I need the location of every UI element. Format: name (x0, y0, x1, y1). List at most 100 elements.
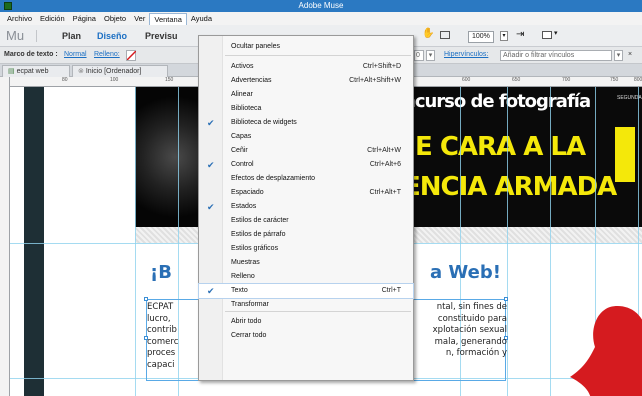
ruler-label: 750 (610, 77, 619, 83)
guide-line (507, 87, 508, 396)
text-fragment: contrib (147, 325, 177, 335)
tab-inicio[interactable]: ⊗ Inicio [Ordenador] (72, 65, 168, 77)
fill-label[interactable]: Relleno: (94, 51, 120, 58)
menu-separator (225, 55, 411, 56)
mode-preview-button[interactable]: Previsu (145, 31, 178, 41)
menu-item-shortcut: Ctrl+Shift+D (362, 63, 401, 70)
menu-item-label: Activos (231, 63, 254, 70)
menu-objeto[interactable]: Objeto (100, 12, 130, 25)
menu-item-texto[interactable]: Texto Ctrl+T ✔ (198, 283, 414, 299)
menu-item-label: Estilos de carácter (231, 217, 289, 224)
menu-item-estilos-de-párrafo[interactable]: Estilos de párrafo (199, 228, 413, 242)
close-icon[interactable]: ⊗ (78, 68, 86, 75)
menu-item-shortcut: Ctrl+Alt+Shift+W (349, 77, 401, 84)
value-field[interactable]: 0 (414, 50, 424, 61)
menu-item-label: Control (231, 161, 254, 168)
menu-ventana[interactable]: Ventana (149, 12, 187, 25)
menu-item-efectos-de-desplazamiento[interactable]: Efectos de desplazamiento (199, 172, 413, 186)
resize-handle[interactable] (144, 297, 148, 301)
close-icon[interactable]: × (628, 51, 632, 58)
muse-logo: Mu (6, 28, 25, 43)
chevron-down-icon[interactable]: ▾ (554, 29, 558, 41)
tab-label: Inicio [Ordenador] (85, 68, 142, 75)
tab-ecpat-web[interactable]: ▤ ecpat web (2, 65, 70, 77)
menu-item-control[interactable]: Control Ctrl+Alt+6 ✔ (199, 158, 413, 172)
menu-item-label: Cerrar todo (231, 332, 267, 339)
mode-design-button[interactable]: Diseño (97, 31, 127, 41)
menu-item-relleno[interactable]: Relleno (199, 270, 413, 284)
zoom-field[interactable]: 100% (468, 31, 494, 43)
section-heading-left: ¡B (150, 262, 172, 283)
menu-item-label: Estilos gráficos (231, 245, 279, 252)
menu-item-label: Relleno (231, 273, 255, 280)
menu-item-label: Texto (231, 287, 248, 294)
menu-ver[interactable]: Ver (130, 12, 149, 25)
menu-item-biblioteca-de-widgets[interactable]: Biblioteca de widgets ✔ (199, 116, 413, 130)
menu-separator (225, 311, 411, 312)
ruler-label: 150 (165, 77, 174, 83)
menu-item-shortcut: Ctrl+Alt+T (369, 189, 401, 196)
panel-icon[interactable] (542, 31, 552, 39)
menu-item-shortcut: Ctrl+T (381, 287, 401, 294)
checkmark-icon: ✔ (207, 160, 215, 170)
menu-pagina[interactable]: Página (69, 12, 100, 25)
checkmark-icon: ✔ (207, 286, 215, 296)
mode-plan-button[interactable]: Plan (62, 31, 81, 41)
hyperlinks-label[interactable]: Hipervínculos: (444, 51, 488, 58)
checkmark-icon: ✔ (207, 118, 215, 128)
tab-label: ecpat web (16, 68, 49, 75)
chevron-down-icon[interactable]: ▾ (614, 50, 623, 61)
menu-archivo[interactable]: Archivo (3, 12, 36, 25)
text-frame-label: Marco de texto : (4, 51, 58, 58)
menu-item-shortcut: Ctrl+Alt+6 (369, 161, 401, 168)
banner-line-2: E CARA A LA (415, 132, 586, 162)
menu-ayuda[interactable]: Ayuda (187, 12, 216, 25)
checkmark-icon: ✔ (207, 202, 215, 212)
divider (36, 30, 37, 42)
red-logo-shape (570, 306, 642, 396)
menu-item-capas[interactable]: Capas (199, 130, 413, 144)
ruler-label: 700 (562, 77, 571, 83)
ventana-menu: Ocultar paneles Activos Ctrl+Shift+D Advert… (198, 35, 414, 381)
menu-edicion[interactable]: Edición (36, 12, 69, 25)
text-fragment: xplotación sexual (432, 325, 507, 335)
hand-tool-icon[interactable]: ✋ (422, 28, 434, 40)
menu-item-label: Capas (231, 133, 252, 140)
banner-title: ncurso de fotografía (403, 91, 591, 112)
menu-item-label: Efectos de desplazamiento (231, 175, 316, 182)
menu-item-ocultar-paneles[interactable]: Ocultar paneles (199, 40, 413, 54)
text-frame-style-select[interactable]: Normal (64, 51, 87, 58)
menu-item-abrir-todo[interactable]: Abrir todo (199, 315, 413, 329)
title-bar: Adobe Muse (0, 0, 642, 12)
menu-item-biblioteca[interactable]: Biblioteca (199, 102, 413, 116)
page-sidebar-strip (24, 87, 44, 396)
ruler-label: 100 (110, 77, 119, 83)
arrow-in-icon[interactable]: ⇥ (516, 29, 524, 41)
hyperlinks-input[interactable]: Añadir o filtrar vínculos (500, 50, 612, 61)
window-title: Adobe Muse (298, 1, 344, 10)
menu-item-ceñir[interactable]: Ceñir Ctrl+Alt+W (199, 144, 413, 158)
zoom-dropdown-icon[interactable]: ▾ (500, 31, 508, 41)
menu-item-estados[interactable]: Estados ✔ (199, 200, 413, 214)
text-fragment: ECPAT (147, 302, 174, 312)
resize-handle[interactable] (504, 297, 508, 301)
menu-item-transformar[interactable]: Transformar (199, 298, 413, 312)
chevron-down-icon[interactable]: ▾ (426, 50, 435, 61)
menu-item-label: Muestras (231, 259, 260, 266)
menu-item-estilos-de-carácter[interactable]: Estilos de carácter (199, 214, 413, 228)
menu-item-alinear[interactable]: Alinear (199, 88, 413, 102)
menu-item-label: Abrir todo (231, 318, 262, 325)
menu-item-estilos-gráficos[interactable]: Estilos gráficos (199, 242, 413, 256)
menu-item-label: Biblioteca (231, 105, 262, 112)
menu-item-label: Espaciado (231, 189, 264, 196)
text-fragment: ntal, sin fines de (436, 302, 507, 312)
menu-item-muestras[interactable]: Muestras (199, 256, 413, 270)
menu-item-activos[interactable]: Activos Ctrl+Shift+D (199, 60, 413, 74)
menu-item-espaciado[interactable]: Espaciado Ctrl+Alt+T (199, 186, 413, 200)
menu-item-cerrar-todo[interactable]: Cerrar todo (199, 329, 413, 343)
fill-swatch[interactable] (126, 50, 137, 61)
ruler-label: 600 (462, 77, 471, 83)
menu-item-advertencias[interactable]: Advertencias Ctrl+Alt+Shift+W (199, 74, 413, 88)
frame-tool-icon[interactable] (440, 31, 450, 39)
banner-yellow-block (615, 127, 635, 182)
